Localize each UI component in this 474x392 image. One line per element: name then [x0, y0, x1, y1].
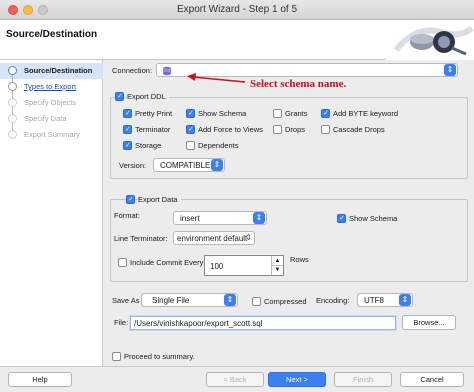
- nav-item-specify-objects: Specify Objects: [0, 95, 103, 111]
- commit-rows-value: 100: [210, 262, 224, 271]
- file-path-input[interactable]: /Users/vinishkapoor/export_scott.sql: [130, 316, 396, 330]
- line-terminator-value: environment default: [177, 234, 248, 243]
- encoding-label: Encoding:: [316, 296, 350, 305]
- annotation-text: Select schema name.: [250, 78, 347, 90]
- rows-label: Rows: [290, 255, 309, 264]
- format-label: Format:: [114, 211, 140, 220]
- step-icon: [8, 114, 17, 123]
- spinner-up-icon[interactable]: ▲: [271, 256, 283, 266]
- export-ddl-checkbox[interactable]: [115, 92, 124, 101]
- nav-item-label: Specify Objects: [24, 98, 77, 107]
- wizard-steps-nav: Source/Destination Types to Export Speci…: [0, 60, 103, 366]
- version-label: Version:: [119, 161, 147, 170]
- cascade-drops-checkbox[interactable]: [321, 125, 330, 134]
- compressed-label: Compressed: [264, 297, 307, 306]
- nav-item-source-destination[interactable]: Source/Destination: [0, 63, 103, 79]
- pretty-print-label: Pretty Print: [135, 109, 173, 118]
- storage-checkbox[interactable]: [123, 141, 132, 150]
- file-label: File:: [114, 318, 129, 327]
- terminator-checkbox[interactable]: [123, 125, 132, 134]
- help-button[interactable]: Help: [8, 372, 72, 387]
- wizard-footer: Help < Back Next > Finish Cancel: [0, 366, 474, 392]
- terminator-label: Terminator: [135, 125, 171, 134]
- line-terminator-label: Line Terminator:: [114, 234, 168, 243]
- database-icon: [163, 66, 171, 76]
- chevron-updown-icon: ⇕: [253, 212, 265, 224]
- version-select[interactable]: COMPATIBLE ⇕: [153, 158, 225, 172]
- version-value: COMPATIBLE: [160, 161, 211, 170]
- browse-button[interactable]: Browse...: [402, 315, 456, 330]
- encoding-select[interactable]: UTF8 ⇕: [357, 293, 413, 307]
- wizard-banner-icon: [386, 20, 474, 60]
- compressed-checkbox[interactable]: [252, 297, 261, 306]
- format-select[interactable]: insert ⇕: [173, 211, 267, 225]
- step-icon: [8, 98, 17, 107]
- storage-label: Storage: [135, 141, 162, 150]
- step-icon: [8, 130, 17, 139]
- format-value: insert: [180, 214, 200, 223]
- chevron-updown-icon: ⇕: [245, 233, 252, 242]
- export-data-checkbox[interactable]: [126, 195, 135, 204]
- next-button[interactable]: Next >: [268, 372, 326, 387]
- drops-label: Drops: [285, 125, 306, 134]
- chevron-updown-icon: ⇕: [444, 64, 456, 76]
- data-show-schema-checkbox[interactable]: [337, 214, 346, 223]
- include-commit-checkbox[interactable]: [118, 258, 127, 267]
- nav-item-label: Source/Destination: [24, 66, 93, 75]
- annotation-arrow-icon: [187, 73, 246, 83]
- save-as-value: Single File: [152, 296, 190, 305]
- nav-item-types-to-export[interactable]: Types to Export: [0, 79, 103, 95]
- connection-label: Connection:: [112, 66, 153, 75]
- export-ddl-label: Export DDL: [127, 92, 169, 101]
- save-as-select[interactable]: Single File ⇕: [141, 293, 238, 307]
- nav-item-specify-data: Specify Data: [0, 111, 103, 127]
- nav-item-export-summary: Export Summary: [0, 127, 103, 143]
- chevron-updown-icon: ⇕: [399, 294, 411, 306]
- data-show-schema-label: Show Schema: [349, 214, 398, 223]
- dependents-label: Dependents: [198, 141, 239, 150]
- grants-label: Grants: [285, 109, 308, 118]
- step-current-icon: [8, 66, 17, 75]
- show-schema-label: Show Schema: [198, 109, 247, 118]
- save-as-label: Save As: [112, 296, 140, 305]
- add-force-to-views-checkbox[interactable]: [186, 125, 195, 134]
- main-panel: Connection: ⇕ Select schema name. Export…: [104, 60, 474, 366]
- page-title: Source/Destination: [6, 29, 98, 40]
- proceed-to-summary-checkbox[interactable]: [112, 352, 121, 361]
- chevron-updown-icon: ⇕: [224, 294, 236, 306]
- encoding-value: UTF8: [364, 296, 384, 305]
- add-byte-keyword-checkbox[interactable]: [321, 109, 330, 118]
- include-commit-label: Include Commit Every: [130, 258, 204, 267]
- pretty-print-checkbox[interactable]: [123, 109, 132, 118]
- cascade-drops-label: Cascade Drops: [333, 125, 385, 134]
- page-header: Source/Destination: [0, 20, 474, 60]
- window-title: Export Wizard - Step 1 of 5: [176, 4, 298, 15]
- proceed-to-summary-label: Proceed to summary.: [124, 352, 195, 361]
- drops-checkbox[interactable]: [273, 125, 282, 134]
- chevron-updown-icon: ⇕: [211, 159, 223, 171]
- window-titlebar: Export Wizard - Step 1 of 5: [0, 0, 474, 20]
- file-path-value: /Users/vinishkapoor/export_scott.sql: [134, 319, 263, 328]
- spinner-down-icon[interactable]: ▼: [271, 266, 283, 275]
- nav-item-label: Types to Export: [24, 82, 77, 91]
- cancel-button[interactable]: Cancel: [400, 372, 464, 387]
- nav-item-label: Specify Data: [24, 114, 67, 123]
- finish-button[interactable]: Finish: [334, 372, 392, 387]
- show-schema-checkbox[interactable]: [186, 109, 195, 118]
- add-byte-keyword-label: Add BYTE keyword: [333, 109, 399, 118]
- dependents-checkbox[interactable]: [186, 141, 195, 150]
- add-force-to-views-label: Add Force to Views: [198, 125, 263, 134]
- commit-rows-spinner[interactable]: 100 ▲ ▼: [204, 255, 284, 276]
- step-icon: [8, 82, 17, 91]
- nav-item-label: Export Summary: [24, 130, 80, 139]
- line-terminator-select[interactable]: environment default ⇕: [173, 231, 255, 245]
- back-button[interactable]: < Back: [206, 372, 264, 387]
- export-data-label: Export Data: [138, 195, 181, 204]
- grants-checkbox[interactable]: [273, 109, 282, 118]
